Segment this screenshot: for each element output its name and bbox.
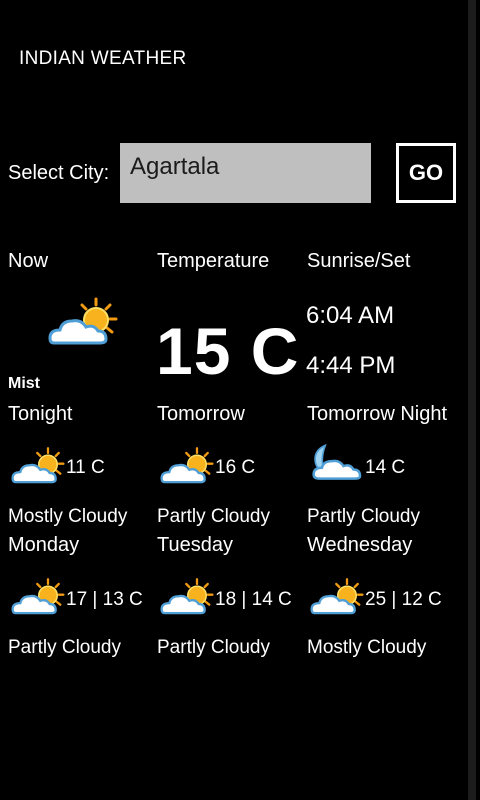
forecast-temp: 25 | 12 C <box>365 589 442 610</box>
forecast-temp: 14 C <box>365 457 406 478</box>
now-header: Now <box>8 250 49 272</box>
partly-cloudy-icon <box>160 447 214 484</box>
current-temperature: 15 C <box>156 314 300 388</box>
sunrise-set-header: Sunrise/Set <box>307 250 411 272</box>
forecast-condition: Partly Cloudy <box>157 506 270 527</box>
forecast-name: Monday <box>8 534 80 556</box>
temperature-header: Temperature <box>157 250 270 272</box>
forecast-temp: 16 C <box>215 457 256 478</box>
forecast-condition: Mostly Cloudy <box>8 506 128 527</box>
partly-cloudy-icon <box>48 297 118 345</box>
city-label: Select City: <box>8 162 110 184</box>
forecast-name: Wednesday <box>307 534 413 556</box>
partly-cloudy-icon <box>310 578 364 615</box>
forecast-temp: 17 | 13 C <box>66 589 143 610</box>
cloudy-night-icon <box>312 444 362 480</box>
forecast-condition: Partly Cloudy <box>307 506 420 527</box>
forecast-condition: Partly Cloudy <box>157 637 270 658</box>
go-button[interactable]: GO <box>396 143 456 203</box>
forecast-name: Tonight <box>8 403 73 425</box>
partly-cloudy-icon <box>11 578 65 615</box>
current-condition: Mist <box>8 375 40 392</box>
sunset-time: 4:44 PM <box>306 352 396 379</box>
forecast-temp: 11 C <box>66 457 105 478</box>
partly-cloudy-icon <box>11 447 65 484</box>
forecast-name: Tuesday <box>157 534 233 556</box>
forecast-name: Tomorrow Night <box>307 403 448 425</box>
forecast-name: Tomorrow <box>157 403 245 425</box>
city-input[interactable]: Agartala <box>120 143 371 203</box>
forecast-temp: 18 | 14 C <box>215 589 292 610</box>
forecast-condition: Partly Cloudy <box>8 637 121 658</box>
forecast-condition: Mostly Cloudy <box>307 637 427 658</box>
app-title: INDIAN WEATHER <box>19 48 187 69</box>
partly-cloudy-icon <box>160 578 214 615</box>
sunrise-time: 6:04 AM <box>306 302 395 329</box>
scrollbar[interactable] <box>468 0 476 800</box>
